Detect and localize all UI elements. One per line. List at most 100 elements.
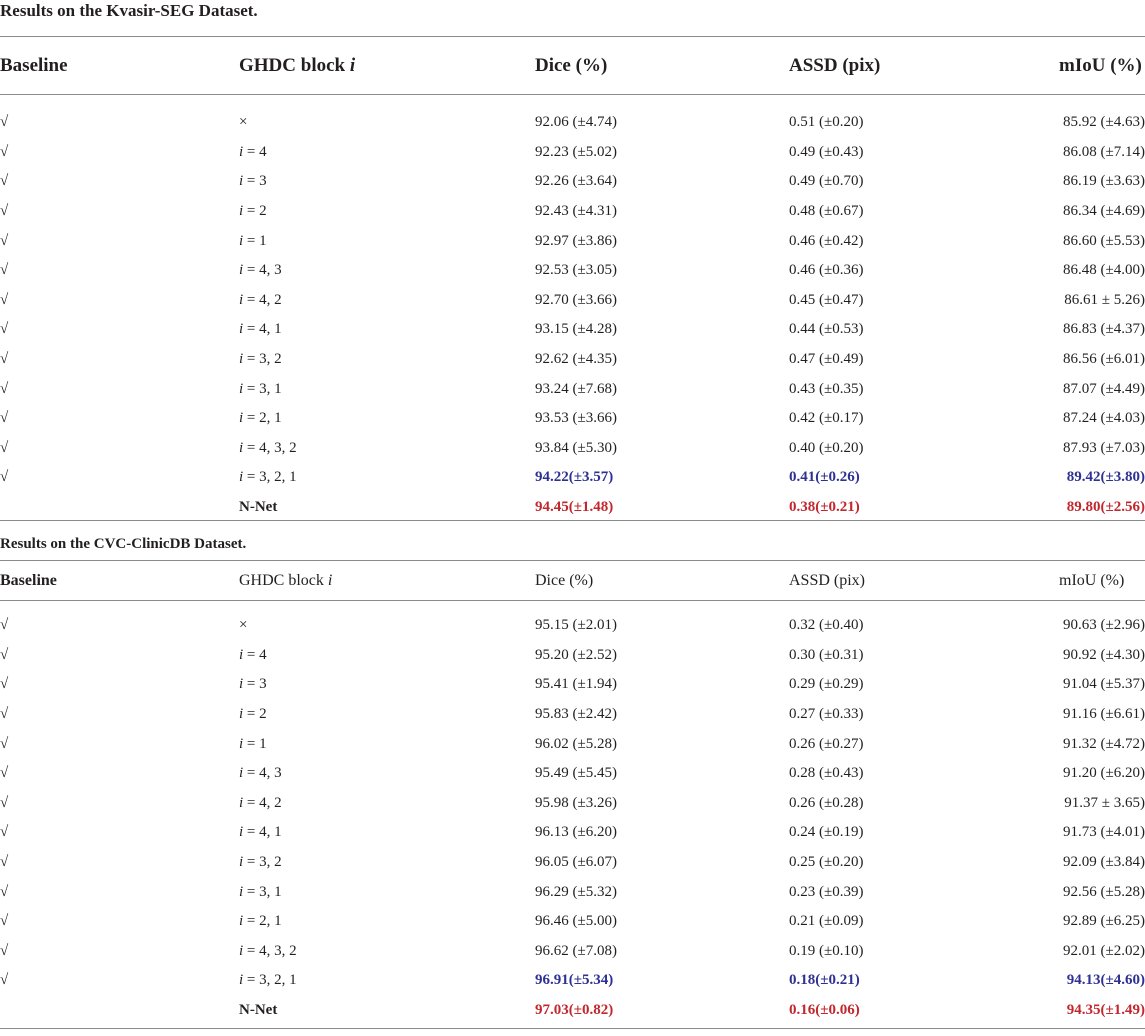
dice-cell: 95.83 (±2.42) bbox=[535, 706, 617, 723]
block-var: i bbox=[239, 321, 244, 338]
baseline-cell: √ bbox=[0, 291, 9, 308]
ghdc-block-cell: i = 2 bbox=[239, 203, 267, 220]
table-row: √ i = 3 95.41 (±1.94) 0.29 (±0.29) 91.04 (±5… bbox=[0, 670, 1145, 700]
baseline-cell: √ bbox=[0, 143, 9, 160]
miou-cell: 86.34 (±4.69) bbox=[1063, 203, 1145, 220]
miou-cell: 94.35(±1.49) bbox=[1066, 1002, 1145, 1019]
dice-cell: 95.15 (±2.01) bbox=[535, 617, 617, 634]
header-dice: Dice (%) bbox=[535, 571, 594, 589]
table-row: √ × 92.06 (±4.74) 0.51 (±0.20) 85.92 (±4.63) bbox=[0, 108, 1145, 138]
ghdc-block-cell: i = 3, 1 bbox=[239, 883, 282, 900]
table-row: √ × 95.15 (±2.01) 0.32 (±0.40) 90.63 (±2.96) bbox=[0, 611, 1145, 641]
baseline-cell: √ bbox=[0, 883, 9, 900]
block-var: i bbox=[239, 439, 244, 456]
block-var: i bbox=[239, 676, 244, 693]
assd-cell: 0.38(±0.21) bbox=[789, 499, 860, 516]
miou-cell: 92.09 (±3.84) bbox=[1063, 854, 1145, 871]
ghdc-block-cell: i = 4, 2 bbox=[239, 794, 282, 811]
header-assd: ASSD (pix) bbox=[789, 54, 881, 76]
table-row: √ i = 4 92.23 (±5.02) 0.49 (±0.43) 86.08 (±7… bbox=[0, 138, 1145, 168]
assd-cell: 0.51 (±0.20) bbox=[789, 114, 864, 131]
assd-cell: 0.24 (±0.19) bbox=[789, 824, 864, 841]
table-row: √ i = 1 96.02 (±5.28) 0.26 (±0.27) 91.32 (±4… bbox=[0, 729, 1145, 759]
miou-cell: 87.07 (±4.49) bbox=[1063, 380, 1145, 397]
baseline-cell: √ bbox=[0, 469, 9, 486]
assd-cell: 0.16(±0.06) bbox=[789, 1002, 860, 1019]
miou-cell: 91.16 (±6.61) bbox=[1063, 706, 1145, 723]
baseline-cell: √ bbox=[0, 380, 9, 397]
table-row: N-Net 94.45(±1.48) 0.38(±0.21) 89.80(±2.56) bbox=[0, 493, 1145, 523]
miou-cell: 89.42(±3.80) bbox=[1066, 469, 1145, 486]
table-row: √ i = 3, 2 92.62 (±4.35) 0.47 (±0.49) 86.56 … bbox=[0, 345, 1145, 375]
dice-cell: 95.41 (±1.94) bbox=[535, 676, 617, 693]
header-ghdc-block: GHDC block i bbox=[239, 561, 535, 600]
table-row: √ i = 4, 2 92.70 (±3.66) 0.45 (±0.47) 86.61 … bbox=[0, 286, 1145, 316]
baseline-cell: √ bbox=[0, 617, 9, 634]
table1-bottom-rule bbox=[0, 520, 1145, 521]
baseline-cell: √ bbox=[0, 972, 9, 989]
baseline-cell: √ bbox=[0, 173, 9, 190]
header-ghdc-var: i bbox=[327, 571, 333, 589]
table2-body: √ × 95.15 (±2.01) 0.32 (±0.40) 90.63 (±2.96)… bbox=[0, 611, 1145, 1025]
ghdc-block-cell: i = 4, 3 bbox=[239, 765, 282, 782]
header-miou: mIoU (%) bbox=[1059, 571, 1125, 589]
ghdc-block-cell: i = 3, 2, 1 bbox=[239, 972, 297, 989]
miou-cell: 92.89 (±6.25) bbox=[1063, 913, 1145, 930]
dice-cell: 92.62 (±4.35) bbox=[535, 351, 617, 368]
table-row: √ i = 1 92.97 (±3.86) 0.46 (±0.42) 86.60 (±5… bbox=[0, 226, 1145, 256]
assd-cell: 0.26 (±0.28) bbox=[789, 794, 864, 811]
block-var: i bbox=[239, 972, 244, 989]
dice-cell: 96.13 (±6.20) bbox=[535, 824, 617, 841]
block-var: i bbox=[239, 203, 244, 220]
header-baseline: Baseline bbox=[0, 571, 57, 589]
assd-cell: 0.32 (±0.40) bbox=[789, 617, 864, 634]
table-row: √ i = 3 92.26 (±3.64) 0.49 (±0.70) 86.19 (±3… bbox=[0, 167, 1145, 197]
dice-cell: 93.24 (±7.68) bbox=[535, 380, 617, 397]
ghdc-block-cell: i = 3, 1 bbox=[239, 380, 282, 397]
dice-cell: 93.53 (±3.66) bbox=[535, 410, 617, 427]
block-var: i bbox=[239, 735, 244, 752]
dice-cell: 93.15 (±4.28) bbox=[535, 321, 617, 338]
baseline-cell bbox=[0, 493, 239, 523]
header-assd: ASSD (pix) bbox=[789, 571, 866, 589]
block-var: i bbox=[239, 380, 244, 397]
baseline-cell: √ bbox=[0, 351, 9, 368]
dice-cell: 92.53 (±3.05) bbox=[535, 262, 617, 279]
baseline-cell bbox=[0, 996, 239, 1026]
assd-cell: 0.43 (±0.35) bbox=[789, 380, 864, 397]
table1-header-row: Baseline GHDC block i Dice (%) ASSD (pix… bbox=[0, 37, 1145, 94]
block-var: i bbox=[239, 854, 244, 871]
table1-body: √ × 92.06 (±4.74) 0.51 (±0.20) 85.92 (±4.63)… bbox=[0, 108, 1145, 522]
block-var: i bbox=[239, 410, 244, 427]
block-var: i bbox=[239, 942, 244, 959]
table-row: √ i = 4, 3, 2 96.62 (±7.08) 0.19 (±0.10) 92.… bbox=[0, 937, 1145, 967]
table-row: N-Net 97.03(±0.82) 0.16(±0.06) 94.35(±1.49) bbox=[0, 996, 1145, 1026]
assd-cell: 0.48 (±0.67) bbox=[789, 203, 864, 220]
header-ghdc-label: GHDC block bbox=[239, 571, 328, 589]
ghdc-block-cell: × bbox=[239, 114, 248, 131]
miou-cell: 86.19 (±3.63) bbox=[1063, 173, 1145, 190]
ghdc-block-cell: i = 4 bbox=[239, 143, 267, 160]
ghdc-block-cell: i = 4, 3 bbox=[239, 262, 282, 279]
miou-cell: 94.13(±4.60) bbox=[1066, 972, 1145, 989]
dice-cell: 96.62 (±7.08) bbox=[535, 942, 617, 959]
assd-cell: 0.47 (±0.49) bbox=[789, 351, 864, 368]
dice-cell: 95.49 (±5.45) bbox=[535, 765, 617, 782]
block-var: i bbox=[239, 794, 244, 811]
table-row: √ i = 2, 1 96.46 (±5.00) 0.21 (±0.09) 92.89 … bbox=[0, 907, 1145, 937]
block-var: i bbox=[239, 173, 244, 190]
miou-cell: 91.04 (±5.37) bbox=[1063, 676, 1145, 693]
table-row: √ i = 3, 1 96.29 (±5.32) 0.23 (±0.39) 92.56 … bbox=[0, 877, 1145, 907]
dice-cell: 92.97 (±3.86) bbox=[535, 232, 617, 249]
ghdc-block-cell: i = 1 bbox=[239, 735, 267, 752]
assd-cell: 0.40 (±0.20) bbox=[789, 439, 864, 456]
ghdc-block-cell: i = 2, 1 bbox=[239, 913, 282, 930]
header-baseline: Baseline bbox=[0, 54, 68, 76]
dice-cell: 93.84 (±5.30) bbox=[535, 439, 617, 456]
baseline-cell: √ bbox=[0, 854, 9, 871]
miou-cell: 91.73 (±4.01) bbox=[1063, 824, 1145, 841]
assd-cell: 0.25 (±0.20) bbox=[789, 854, 864, 871]
ghdc-block-cell: i = 2, 1 bbox=[239, 410, 282, 427]
table-row: √ i = 3, 2, 1 94.22(±3.57) 0.41(±0.26) 89.42… bbox=[0, 463, 1145, 493]
table-row: √ i = 4, 1 93.15 (±4.28) 0.44 (±0.53) 86.83 … bbox=[0, 315, 1145, 345]
